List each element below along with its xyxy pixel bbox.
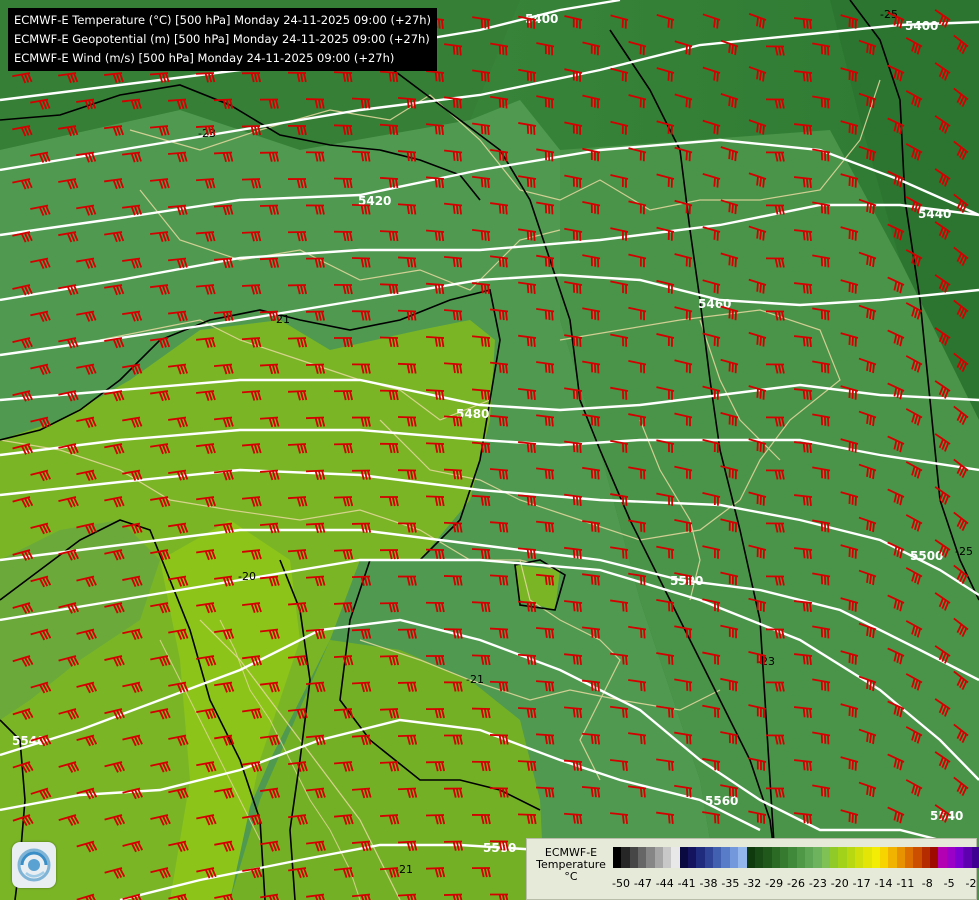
legend-swatch bbox=[713, 847, 721, 868]
legend-swatch bbox=[721, 847, 729, 868]
temperature-legend: ECMWF-E Temperature °C -50-47-44-41-38-3… bbox=[526, 838, 977, 900]
map-canvas: 5400 5400 5420 5440 5460 5480 5500 5520 … bbox=[0, 0, 979, 900]
title-geopotential: ECMWF-E Geopotential (m) [500 hPa] Monda… bbox=[14, 30, 431, 49]
legend-swatch bbox=[663, 847, 671, 868]
legend-swatch bbox=[680, 847, 688, 868]
legend-swatch bbox=[705, 847, 713, 868]
isotherm-label: -25 bbox=[955, 545, 973, 558]
legend-tick-label: -23 bbox=[809, 877, 827, 890]
legend-tick-label: -20 bbox=[831, 877, 849, 890]
legend-swatch bbox=[913, 847, 921, 868]
legend-tick-label: -50 bbox=[612, 877, 630, 890]
legend-swatch bbox=[755, 847, 763, 868]
legend-swatch bbox=[688, 847, 696, 868]
legend-swatch bbox=[872, 847, 880, 868]
legend-swatch bbox=[613, 847, 621, 868]
title-box: ECMWF-E Temperature (°C) [500 hPa] Monda… bbox=[8, 8, 437, 71]
legend-tick-label: -35 bbox=[721, 877, 739, 890]
legend-tick-label: -44 bbox=[656, 877, 674, 890]
legend-swatch bbox=[930, 847, 938, 868]
legend-swatch bbox=[730, 847, 738, 868]
geopotential-label: 5500 bbox=[910, 549, 943, 563]
legend-tick-label: -26 bbox=[787, 877, 805, 890]
legend-title-unit: °C bbox=[531, 871, 611, 883]
legend-swatch bbox=[947, 847, 955, 868]
isotherm-label: -20 bbox=[238, 570, 256, 583]
legend-title: ECMWF-E Temperature °C bbox=[531, 847, 611, 883]
legend-swatch bbox=[738, 847, 746, 868]
legend-swatch bbox=[813, 847, 821, 868]
legend-swatch bbox=[655, 847, 663, 868]
legend-swatch bbox=[772, 847, 780, 868]
legend-swatch bbox=[888, 847, 896, 868]
legend-swatch bbox=[646, 847, 654, 868]
legend-swatch bbox=[780, 847, 788, 868]
legend-swatch bbox=[972, 847, 979, 868]
legend-swatch bbox=[955, 847, 963, 868]
isotherm-label: -23 bbox=[757, 655, 775, 668]
geopotential-label: 5440 bbox=[918, 207, 951, 221]
legend-swatch bbox=[763, 847, 771, 868]
legend-swatch bbox=[630, 847, 638, 868]
legend-color-scale bbox=[613, 847, 979, 868]
legend-swatch bbox=[747, 847, 755, 868]
legend-swatch bbox=[880, 847, 888, 868]
legend-swatch bbox=[797, 847, 805, 868]
legend-tick-label: -17 bbox=[853, 877, 871, 890]
legend-swatch bbox=[805, 847, 813, 868]
legend-tick-label: -2 bbox=[966, 877, 977, 890]
legend-tick-label: -38 bbox=[700, 877, 718, 890]
title-temperature: ECMWF-E Temperature (°C) [500 hPa] Monda… bbox=[14, 11, 431, 30]
legend-tick-label: -32 bbox=[743, 877, 761, 890]
legend-tick-labels: -50-47-44-41-38-35-32-29-26-23-20-17-14-… bbox=[613, 877, 973, 891]
legend-swatch bbox=[905, 847, 913, 868]
legend-swatch bbox=[696, 847, 704, 868]
legend-tick-label: -8 bbox=[922, 877, 933, 890]
legend-tick-label: -5 bbox=[944, 877, 955, 890]
legend-swatch bbox=[788, 847, 796, 868]
legend-swatch bbox=[847, 847, 855, 868]
legend-tick-label: -47 bbox=[634, 877, 652, 890]
legend-tick-label: -41 bbox=[678, 877, 696, 890]
legend-swatch bbox=[638, 847, 646, 868]
legend-swatch bbox=[671, 847, 679, 868]
weather-map: 5400 5400 5420 5440 5460 5480 5500 5520 … bbox=[0, 0, 979, 900]
legend-swatch bbox=[822, 847, 830, 868]
legend-swatch bbox=[963, 847, 971, 868]
isotherm-label: -21 bbox=[466, 673, 484, 686]
legend-tick-label: -11 bbox=[896, 877, 914, 890]
geopotential-label: 5540 bbox=[12, 734, 45, 748]
legend-swatch bbox=[855, 847, 863, 868]
legend-swatch bbox=[863, 847, 871, 868]
legend-tick-label: -14 bbox=[875, 877, 893, 890]
geopotential-label: 5400 bbox=[905, 19, 938, 33]
legend-swatch bbox=[838, 847, 846, 868]
legend-swatch bbox=[938, 847, 946, 868]
legend-tick-label: -29 bbox=[765, 877, 783, 890]
title-wind: ECMWF-E Wind (m/s) [500 hPa] Monday 24-1… bbox=[14, 49, 431, 68]
legend-swatch bbox=[830, 847, 838, 868]
legend-swatch bbox=[922, 847, 930, 868]
weather-logo-icon bbox=[12, 842, 56, 888]
legend-swatch bbox=[621, 847, 629, 868]
legend-swatch bbox=[897, 847, 905, 868]
